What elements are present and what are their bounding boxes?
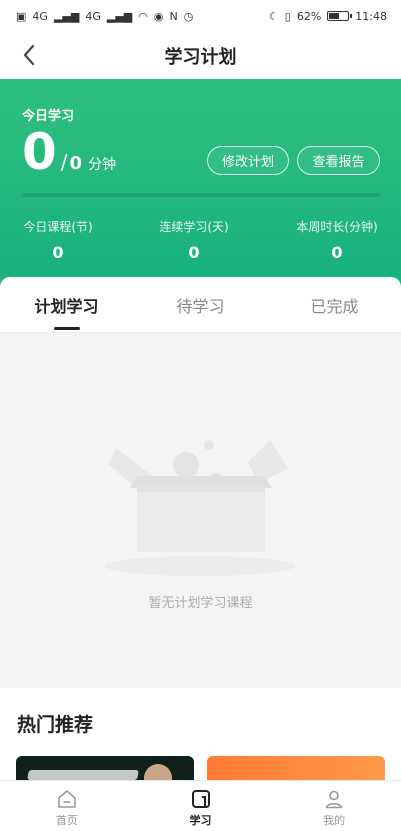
network-right: 4G [85, 9, 101, 23]
today-value-group: 0 / 0 分钟 [22, 127, 116, 177]
tab-pending[interactable]: 待学习 [134, 277, 267, 332]
tab-planned[interactable]: 计划学习 [0, 277, 133, 332]
today-minutes: 0 [22, 123, 57, 181]
recommend-card[interactable] [207, 756, 385, 780]
nav-profile-label: 我的 [323, 813, 346, 827]
nav-study[interactable]: 学习 [134, 781, 268, 831]
signal-icon-2: ▂▄▆ [106, 9, 133, 23]
alarm-icon: ◷ [183, 9, 194, 23]
network-left: 4G [32, 9, 48, 23]
today-label: 今日学习 [22, 109, 75, 124]
status-bar-left: ▣ 4G ▂▄▆ 4G ▂▄▆ ◠ ◉ N ◷ [16, 11, 193, 22]
card-cover-text [27, 770, 139, 780]
stat-streak-days: 连续学习(天) 0 [139, 218, 249, 262]
home-icon [58, 789, 76, 808]
vibrate-icon: ▯ [284, 9, 291, 23]
view-report-button[interactable]: 查看报告 [297, 146, 380, 175]
modify-plan-button[interactable]: 修改计划 [207, 146, 289, 175]
battery-percent: 62% [296, 9, 322, 23]
status-bar: ▣ 4G ▂▄▆ 4G ▂▄▆ ◠ ◉ N ◷ ☾ ▯ 62% 11:48 [0, 0, 401, 32]
sim-icon: ▣ [16, 9, 27, 23]
today-goal: 0 [69, 153, 83, 174]
today-progress-bar [22, 193, 380, 197]
nav-home[interactable]: 首页 [0, 781, 134, 831]
card-cover-person [144, 764, 172, 780]
hot-recommend-section: 热门推荐 [0, 688, 401, 780]
empty-box-icon [105, 440, 295, 576]
wifi-icon: ◠ [138, 9, 148, 23]
stat-week-minutes: 本周时长(分钟) 0 [282, 218, 392, 262]
nav-study-label: 学习 [189, 813, 212, 827]
empty-state-text: 暂无计划学习课程 [148, 596, 253, 611]
page-title: 学习计划 [164, 46, 237, 68]
study-icon [191, 789, 210, 808]
moon-icon: ☾ [268, 9, 279, 23]
stat-value: 0 [52, 243, 64, 262]
stat-value: 0 [188, 243, 200, 262]
today-slash: / [60, 150, 68, 174]
back-button[interactable] [14, 40, 44, 70]
stat-label: 连续学习(天) [159, 220, 229, 234]
tab-completed[interactable]: 已完成 [268, 277, 401, 332]
empty-state: 暂无计划学习课程 [0, 333, 401, 688]
bottom-nav: 首页 学习 我的 [0, 780, 401, 831]
status-bar-right: ☾ ▯ 62% 11:48 [269, 10, 387, 23]
battery-fill [329, 13, 340, 19]
recommend-card[interactable] [16, 756, 194, 780]
tab-active-indicator [54, 327, 80, 330]
chevron-left-icon [23, 44, 35, 66]
today-unit: 分钟 [88, 157, 117, 173]
profile-icon [325, 790, 343, 808]
clock: 11:48 [355, 9, 387, 23]
section-title: 热门推荐 [17, 714, 94, 736]
nav-profile[interactable]: 我的 [267, 781, 401, 831]
navbar: 学习计划 [0, 32, 401, 79]
nav-home-label: 首页 [55, 813, 78, 827]
stat-today-courses: 今日课程(节) 0 [3, 218, 113, 262]
today-summary-panel: 今日学习 0 / 0 分钟 修改计划 查看报告 今日课程(节) 0 连续学习(天… [0, 79, 401, 289]
signal-icon: ▂▄▆ [53, 9, 80, 23]
stat-label: 今日课程(节) [23, 220, 93, 234]
stat-label: 本周时长(分钟) [296, 220, 378, 234]
nfc-icon: N [169, 9, 178, 23]
tab-bar: 计划学习 待学习 已完成 [0, 277, 401, 333]
stat-value: 0 [331, 243, 343, 262]
eye-icon: ◉ [153, 9, 164, 23]
battery-icon [327, 11, 353, 21]
